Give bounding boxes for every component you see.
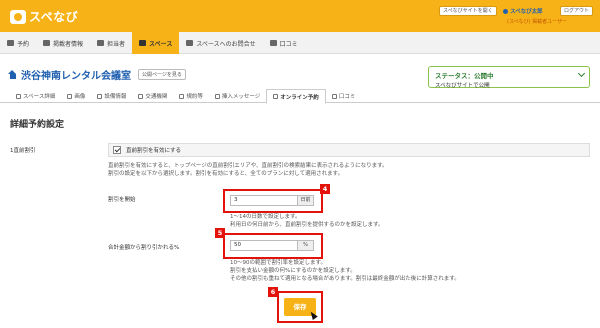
- calendar-icon: [7, 40, 14, 46]
- page-title: 渋谷神南レンタル会議室: [21, 71, 131, 82]
- discount-rate-label: 合計金額から割り引かれる%: [108, 245, 180, 251]
- discount-rate-input[interactable]: 50 %: [230, 240, 314, 251]
- tab-transport[interactable]: 交通機関: [132, 89, 173, 103]
- enable-discount-row[interactable]: 直前割引を有効にする: [108, 143, 590, 157]
- nav-item-reviews[interactable]: 口コミ: [263, 32, 305, 54]
- status-label: ステータス：公開中: [435, 72, 494, 80]
- gear-icon: [97, 93, 103, 99]
- discount-rate-unit: %: [297, 241, 313, 250]
- main-nav: 予約 掲載者情報 担当者 スペース スペースへのお問合せ 口コミ: [0, 32, 600, 54]
- tab-equipment[interactable]: 設備情報: [91, 89, 132, 103]
- briefcase-icon: [43, 40, 51, 46]
- open-site-button[interactable]: スペなびサイトを開く: [439, 6, 497, 16]
- discount-start-value[interactable]: 3: [231, 196, 297, 205]
- message-icon: [214, 93, 220, 99]
- tab-online-booking[interactable]: オンライン予約: [266, 89, 326, 104]
- logo-icon: [10, 9, 26, 24]
- section-title: 詳細予約設定: [10, 120, 65, 130]
- tab-reviews[interactable]: 口コミ: [326, 89, 362, 103]
- nav-item-space[interactable]: スペース: [132, 32, 180, 54]
- home-icon: [139, 40, 147, 46]
- home-icon: [8, 70, 17, 79]
- top-header: スペなび スペなびサイトを開く スペなび太郎 ログアウト (スペなび) 掲載者ユ…: [0, 0, 600, 32]
- tab-insert-message[interactable]: 挿入メッセージ: [209, 89, 266, 103]
- train-icon: [138, 93, 144, 99]
- nav-item-inquiries[interactable]: スペースへのお問合せ: [179, 32, 262, 54]
- discount-rate-value[interactable]: 50: [231, 241, 297, 250]
- sub-tabs: スペース詳細 画像 設備情報 交通機関 規約等 挿入メッセージ オンライン予約 …: [0, 89, 600, 104]
- enable-discount-checkbox[interactable]: [113, 146, 121, 154]
- logo[interactable]: スペなび: [10, 8, 78, 25]
- tab-space-details[interactable]: スペース詳細: [10, 89, 61, 103]
- user-icon: [503, 8, 508, 14]
- logout-button[interactable]: ログアウト: [560, 6, 594, 16]
- discount-start-input[interactable]: 3 日前: [230, 195, 314, 206]
- discount-start-unit: 日前: [297, 196, 313, 205]
- discount-start-label: 割引を開始: [108, 197, 136, 203]
- discount-rate-description: 10〜90の範囲で割引率を設定します。 割引を支払い金額の何%にするのかを設定し…: [230, 260, 460, 282]
- image-icon: [67, 93, 73, 99]
- step-badge-4: 4: [320, 184, 330, 194]
- user-icon: [97, 40, 105, 46]
- review-icon: [269, 40, 277, 46]
- field-label-last-minute: 1直前割引: [10, 148, 36, 154]
- discount-start-description: 1〜14の日数で設定します。 利用日の何日前から、直前割引を提供するのかを設定し…: [230, 214, 384, 228]
- nav-item-reservations[interactable]: 予約: [0, 32, 36, 54]
- document-icon: [179, 93, 185, 99]
- chat-icon: [186, 40, 194, 46]
- status-sub: スペなびサイトで公開: [435, 83, 490, 89]
- step-badge-6: 6: [268, 287, 278, 297]
- status-dropdown[interactable]: ステータス：公開中 スペなびサイトで公開: [428, 66, 590, 89]
- calendar-icon: [273, 94, 279, 99]
- user-name: スペなび太郎: [510, 9, 543, 15]
- review-icon: [331, 93, 337, 99]
- nav-item-staff[interactable]: 担当者: [90, 32, 132, 54]
- user-name-link[interactable]: スペなび太郎: [503, 7, 543, 15]
- tab-images[interactable]: 画像: [61, 89, 91, 103]
- logo-text: スペなび: [29, 10, 79, 24]
- discount-description: 直前割引を有効にすると、トップページの直前割引エリアや、直前割引の検索結果に表示…: [108, 163, 388, 177]
- public-page-link[interactable]: 公開ページを見る: [138, 69, 186, 80]
- step-badge-5: 5: [215, 228, 225, 238]
- user-role: (スペなび) 掲載者ユーザー: [507, 19, 568, 25]
- nav-item-publisher[interactable]: 掲載者情報: [36, 32, 90, 54]
- enable-discount-label: 直前割引を有効にする: [126, 148, 182, 154]
- tab-terms[interactable]: 規約等: [173, 89, 209, 103]
- page-title-row: 渋谷神南レンタル会議室 公開ページを見る: [8, 67, 186, 82]
- list-icon: [16, 93, 21, 99]
